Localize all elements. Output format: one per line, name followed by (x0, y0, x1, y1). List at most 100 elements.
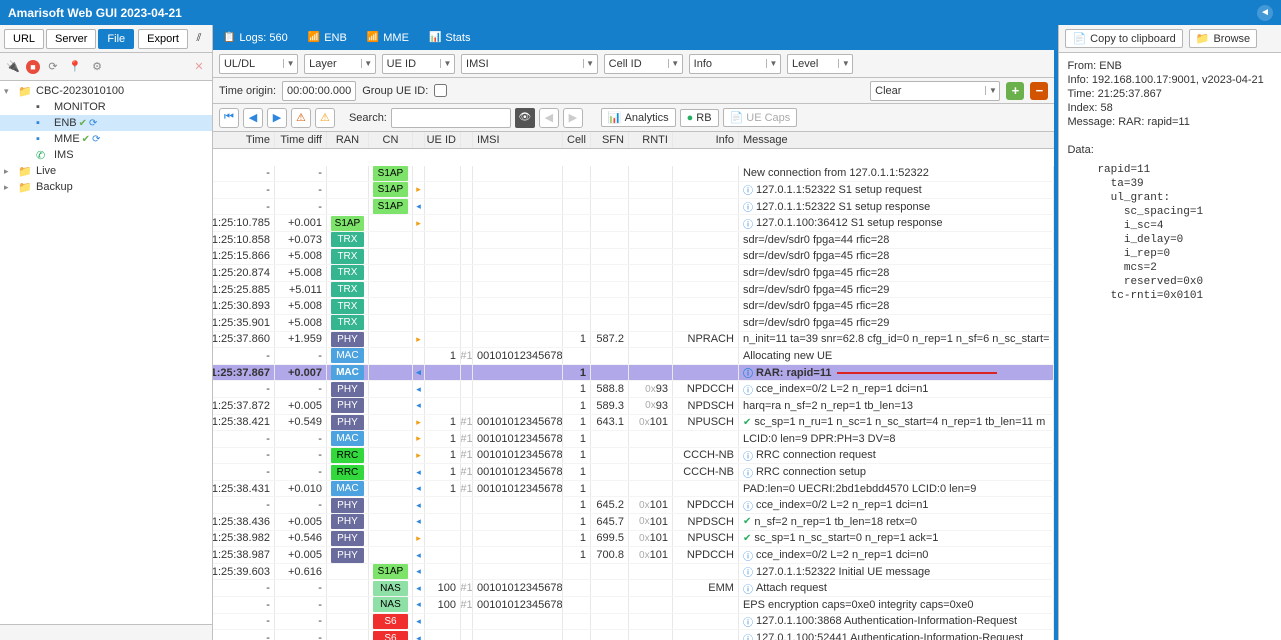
collapse-left-icon[interactable]: ◄ (1257, 5, 1273, 21)
remove-icon[interactable]: − (1030, 82, 1048, 100)
uecaps-button[interactable]: 📄UE Caps (723, 108, 798, 127)
arrow-left-icon: ◂ (416, 400, 421, 411)
first-icon[interactable]: ⏮ (219, 108, 239, 128)
server-tree: ▾📁CBC-2023010100 ▪MONITOR ▪ENB✔⟳ ▪MME✔⟳ … (0, 81, 212, 624)
mme-icon: ▪ (36, 133, 52, 145)
log-row[interactable]: --RRC▸1#10010101234567891CCCH-NBⓘRRC con… (213, 448, 1055, 465)
add-icon[interactable]: + (1006, 82, 1024, 100)
pin-icon[interactable]: 📍 (66, 58, 84, 76)
log-row[interactable]: 21:25:37.872+0.005PHY◂1589.30x93NPDSCHha… (213, 398, 1055, 415)
log-row[interactable]: --NAS◂100#1001010123456789EPS encryption… (213, 597, 1055, 614)
log-row[interactable]: 21:25:15.866+5.008TRXsdr=/dev/sdr0 fpga=… (213, 249, 1055, 266)
log-row[interactable]: 21:25:37.860+1.959PHY▸1587.2NPRACHn_init… (213, 332, 1055, 349)
log-row[interactable]: 21:25:38.982+0.546PHY▸1699.50x101NPUSCH✔… (213, 531, 1055, 548)
arrow-left-icon: ◂ (416, 550, 421, 561)
log-row[interactable]: --PHY◂1645.20x101NPDCCHⓘcce_index=0/2 L=… (213, 497, 1055, 514)
server-button[interactable]: Server (46, 29, 96, 49)
ok-icon: ✔ (743, 417, 751, 428)
split-icon[interactable]: ⫽ (190, 30, 208, 48)
data-block: rapid=11 ta=39 ul_grant: sc_spacing=1 i_… (1097, 163, 1273, 303)
log-row[interactable]: 21:25:10.858+0.073TRXsdr=/dev/sdr0 fpga=… (213, 232, 1055, 249)
search-next-icon[interactable]: ▶ (563, 108, 583, 128)
tree-ims[interactable]: ✆IMS (0, 147, 212, 163)
log-row[interactable]: 21:25:30.893+5.008TRXsdr=/dev/sdr0 fpga=… (213, 298, 1055, 315)
uecaps-icon: 📄 (730, 111, 744, 124)
tree-root[interactable]: ▾📁CBC-2023010100 (0, 83, 212, 99)
close-icon[interactable]: ✕ (190, 58, 208, 76)
log-row[interactable]: 21:25:35.901+5.008TRXsdr=/dev/sdr0 fpga=… (213, 315, 1055, 332)
chart-icon: 📊 (429, 32, 441, 43)
log-row[interactable]: 21:25:38.436+0.005PHY◂1645.70x101NPDSCH✔… (213, 514, 1055, 531)
find-icon[interactable]: 👁 (515, 108, 535, 128)
copy-button[interactable]: 📄Copy to clipboard (1065, 29, 1182, 48)
log-row[interactable]: 21:25:39.603+0.616S1AP◂ⓘ127.0.1.1:52322 … (213, 564, 1055, 581)
log-grid[interactable]: TimeTime diffRANCNUE IDIMSICellSFNRNTIIn… (213, 132, 1055, 640)
tab-logs[interactable]: 📋Logs: 560 (213, 25, 298, 50)
export-button[interactable]: Export (138, 29, 188, 49)
tree-monitor[interactable]: ▪MONITOR (0, 99, 212, 115)
list-icon: 📋 (223, 32, 235, 43)
arrow-right-icon: ▸ (416, 450, 421, 461)
search-prev-icon[interactable]: ◀ (539, 108, 559, 128)
log-row[interactable]: --MAC1#1001010123456789Allocating new UE (213, 348, 1055, 365)
log-row[interactable]: 21:25:25.885+5.011TRXsdr=/dev/sdr0 fpga=… (213, 282, 1055, 299)
log-row[interactable]: --RRC◂1#10010101234567891CCCH-NBⓘRRC con… (213, 464, 1055, 481)
tree-mme[interactable]: ▪MME✔⟳ (0, 131, 212, 147)
alert-icon[interactable]: ⚠ (315, 108, 335, 128)
radio-icon: 📶 (367, 32, 379, 43)
log-toolbar: ⏮ ◀ ▶ ⚠ ⚠ Search: 👁 ◀ ▶ 📊Analytics ●RB 📄… (213, 104, 1055, 132)
log-row[interactable]: --S1APNew connection from 127.0.1.1:5232… (213, 166, 1055, 183)
copy-icon: 📄 (1072, 32, 1086, 45)
log-row[interactable]: 21:25:38.421+0.549PHY▸1#1001010123456789… (213, 415, 1055, 432)
level-select[interactable]: Level▼ (787, 54, 853, 74)
search-input[interactable] (391, 108, 511, 128)
browse-button[interactable]: 📁Browse (1189, 29, 1257, 48)
stop-icon[interactable]: ■ (26, 60, 40, 74)
tab-stats[interactable]: 📊Stats (419, 25, 481, 50)
imsi-select[interactable]: IMSI▼ (461, 54, 598, 74)
log-row[interactable]: --NAS◂100#1001010123456789EMMⓘAttach req… (213, 580, 1055, 597)
tree-backup[interactable]: ▸📁Backup (0, 179, 212, 195)
tab-mme[interactable]: 📶MME (357, 25, 419, 50)
ueid-select[interactable]: UE ID▼ (382, 54, 455, 74)
info-icon: ⓘ (743, 631, 753, 640)
info-icon: ⓘ (743, 614, 753, 629)
tree-live[interactable]: ▸📁Live (0, 163, 212, 179)
log-row[interactable]: 21:25:38.431+0.010MAC◂1#1001010123456789… (213, 481, 1055, 498)
gears-icon[interactable]: ⚙ (88, 58, 106, 76)
arrow-right-icon: ▸ (416, 334, 421, 345)
rb-button[interactable]: ●RB (680, 109, 719, 127)
log-row[interactable]: 21:25:38.987+0.005PHY◂1700.80x101NPDCCHⓘ… (213, 547, 1055, 564)
info-select[interactable]: Info▼ (689, 54, 781, 74)
status-sync-icon: ⟳ (92, 134, 100, 145)
sidebar-scrollbar[interactable] (0, 624, 212, 640)
tab-enb[interactable]: 📶ENB (298, 25, 357, 50)
log-row[interactable]: --S6◂ⓘ127.0.1.100:3868 Authentication-In… (213, 614, 1055, 631)
reload-icon[interactable]: ⟳ (44, 58, 62, 76)
log-row[interactable]: 21:25:10.785+0.001S1AP▸ⓘ127.0.1.100:3641… (213, 215, 1055, 232)
log-row[interactable]: 21:25:37.867+0.007MAC◂1ⓘRAR: rapid=11 (213, 365, 1055, 382)
file-button[interactable]: File (98, 29, 134, 49)
analytics-button[interactable]: 📊Analytics (601, 108, 676, 127)
time-origin-input[interactable]: 00:00:00.000 (282, 81, 356, 101)
log-row[interactable]: --S1AP◂ⓘ127.0.1.1:52322 S1 setup respons… (213, 199, 1055, 216)
arrow-left-icon: ◂ (416, 583, 421, 594)
next-icon[interactable]: ▶ (267, 108, 287, 128)
log-row[interactable]: --S1AP▸ⓘ127.0.1.1:52322 S1 setup request (213, 182, 1055, 199)
connect-icon[interactable]: 🔌 (4, 58, 22, 76)
tree-enb[interactable]: ▪ENB✔⟳ (0, 115, 212, 131)
clear-select[interactable]: Clear▼ (870, 81, 1000, 101)
folder-icon: 📁 (18, 85, 34, 98)
log-row[interactable]: --PHY◂1588.80x93NPDCCHⓘcce_index=0/2 L=2… (213, 381, 1055, 398)
group-ueid-checkbox[interactable] (434, 84, 447, 97)
layer-select[interactable]: Layer▼ (304, 54, 376, 74)
prev-icon[interactable]: ◀ (243, 108, 263, 128)
log-row[interactable]: --MAC▸1#10010101234567891LCID:0 len=9 DP… (213, 431, 1055, 448)
log-row[interactable]: 21:25:20.874+5.008TRXsdr=/dev/sdr0 fpga=… (213, 265, 1055, 282)
url-button[interactable]: URL (4, 29, 44, 49)
uldl-select[interactable]: UL/DL▼ (219, 54, 298, 74)
warn-icon[interactable]: ⚠ (291, 108, 311, 128)
imsi-input[interactable] (493, 55, 583, 73)
log-row[interactable]: --S6◂ⓘ127.0.1.100:52441 Authentication-I… (213, 630, 1055, 640)
cellid-select[interactable]: Cell ID▼ (604, 54, 683, 74)
